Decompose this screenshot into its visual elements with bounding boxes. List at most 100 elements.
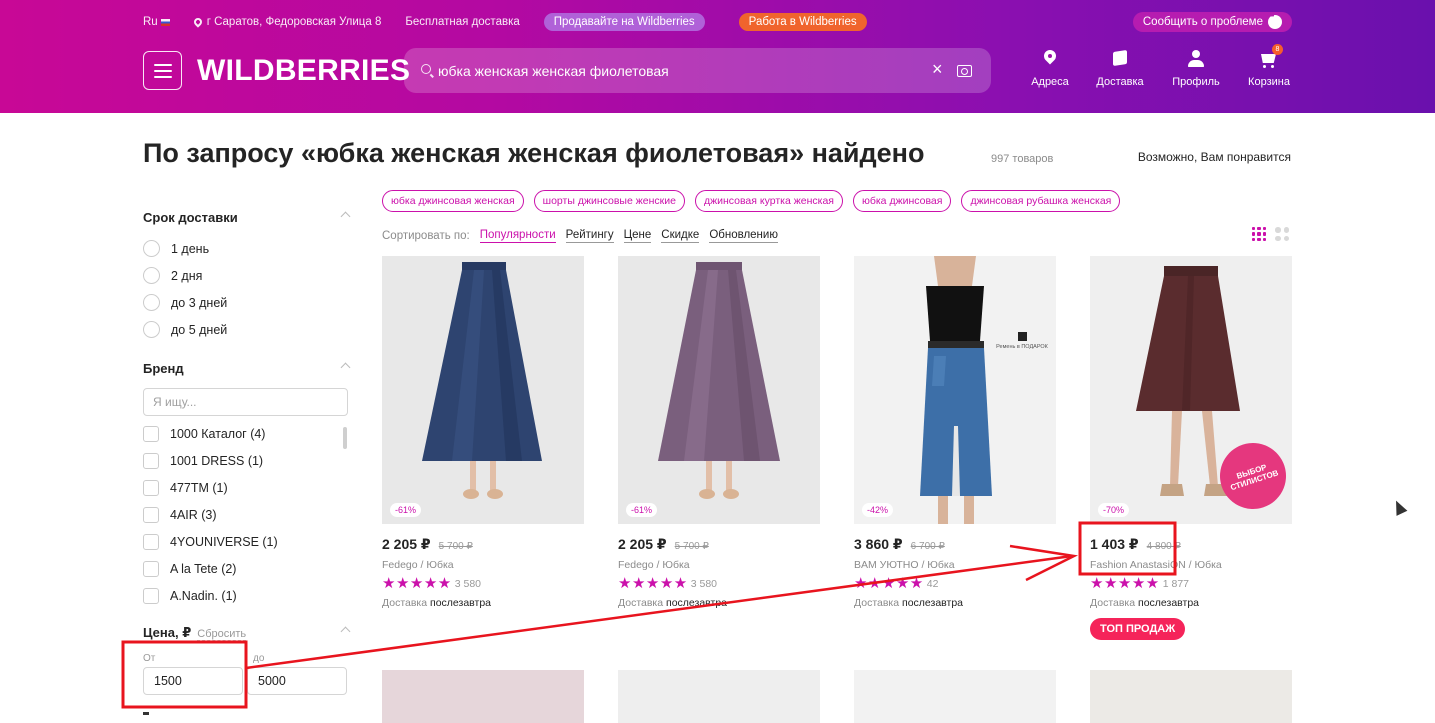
sort-discount[interactable]: Скидке — [661, 228, 700, 243]
clear-search-icon[interactable]: × — [932, 59, 943, 80]
discount-badge: -42% — [862, 503, 894, 517]
filter-brand-title[interactable]: Бренд — [143, 361, 353, 379]
product-image[interactable]: -61% — [382, 256, 584, 524]
brand-option[interactable]: 1000 Каталог (4) — [143, 420, 353, 447]
russia-flag-icon — [160, 18, 170, 26]
brand-option[interactable]: A.Nadin. (1) — [143, 582, 353, 609]
search-input[interactable] — [438, 48, 918, 93]
product-card-partial[interactable] — [854, 670, 1056, 723]
report-problem-button[interactable]: Сообщить о проблеме — [1132, 12, 1292, 32]
delivery-info: Доставка послезавтра — [382, 597, 584, 609]
price-row: 2 205 ₽ 5 700 ₽ — [618, 536, 820, 553]
sort-label: Сортировать по: — [382, 229, 470, 242]
delivery-option[interactable]: 2 дня — [143, 262, 353, 289]
product-brand[interactable]: BAM УЮТНО / Юбка — [854, 559, 1056, 571]
cart-icon: 8 — [1258, 44, 1283, 70]
site-logo[interactable]: WILDBERRIES — [197, 54, 410, 88]
brand-option[interactable]: 1001 DRESS (1) — [143, 447, 353, 474]
product-card[interactable]: Ремень в ПОДАРОК -42% 3 860 ₽ 6 700 ₽ BAM… — [854, 256, 1056, 609]
delivery-info: Доставка послезавтра — [618, 597, 820, 609]
report-problem-label: Сообщить о проблеме — [1142, 16, 1263, 28]
checkbox[interactable] — [143, 452, 159, 469]
sort-rating[interactable]: Рейтингу — [565, 228, 614, 243]
sort-bar: Сортировать по: Популярности Рейтингу Це… — [382, 228, 788, 243]
delivery-option[interactable]: до 3 дней — [143, 289, 353, 316]
radio-button[interactable] — [143, 240, 160, 257]
brand-option[interactable]: A la Tete (2) — [143, 555, 353, 582]
filter-price-title[interactable]: Цена, ₽ Сбросить — [143, 625, 353, 643]
brand-option[interactable]: 4AIR (3) — [143, 501, 353, 528]
product-card-partial[interactable] — [382, 670, 584, 723]
checkbox[interactable] — [143, 533, 159, 550]
nav-profile-label: Профиль — [1172, 76, 1220, 88]
star-rating-icon: ★★★★★ — [382, 575, 452, 592]
current-price: 1 403 ₽ — [1090, 536, 1139, 552]
price-reset-link[interactable]: Сбросить — [197, 628, 247, 641]
language-switch[interactable]: Ru — [143, 16, 170, 28]
tag-chip[interactable]: джинсовая рубашка женская — [961, 190, 1121, 212]
work-at-wb-button[interactable]: Работа в Wildberries — [738, 13, 867, 31]
brand-option[interactable]: 477TM (1) — [143, 474, 353, 501]
brand-list-scrollbar[interactable] — [343, 427, 347, 449]
menu-button[interactable] — [143, 51, 182, 90]
product-brand[interactable]: Fedego / Юбка — [382, 559, 584, 571]
sort-price[interactable]: Цене — [623, 228, 652, 243]
product-brand[interactable]: Fedego / Юбка — [618, 559, 820, 571]
old-price: 6 700 ₽ — [910, 541, 945, 552]
sort-popularity[interactable]: Популярности — [479, 228, 556, 243]
radio-button[interactable] — [143, 267, 160, 284]
review-count: 3 580 — [454, 578, 482, 590]
tag-chip[interactable]: шорты джинсовые женские — [533, 190, 685, 212]
product-card-partial[interactable] — [618, 670, 820, 723]
mouse-cursor-icon — [1390, 498, 1408, 516]
product-brand[interactable]: Fashion AnastasiON / Юбка — [1090, 559, 1292, 571]
product-card[interactable]: -61% 2 205 ₽ 5 700 ₽ Fedego / Юбка ★★★★★ 3… — [382, 256, 584, 609]
product-card-partial[interactable] — [1090, 670, 1292, 723]
product-card[interactable]: ВЫБОР СТИЛИСТОВ -70% 1 403 ₽ 4 800 ₽ Fash… — [1090, 256, 1292, 640]
tag-chip[interactable]: юбка джинсовая — [852, 190, 952, 212]
maybe-you-like-link[interactable]: Возможно, Вам понравится — [1138, 150, 1291, 164]
free-delivery-link[interactable]: Бесплатная доставка — [405, 16, 519, 28]
nav-cart[interactable]: 8 Корзина — [1239, 44, 1299, 88]
nav-cart-label: Корзина — [1248, 76, 1290, 88]
delivery-option[interactable]: 1 день — [143, 235, 353, 262]
brand-option-label: A la Tete (2) — [170, 561, 237, 576]
location-link[interactable]: г Саратов, Федоровская Улица 8 — [192, 16, 381, 28]
nav-profile[interactable]: Профиль — [1166, 48, 1226, 88]
product-image[interactable]: Ремень в ПОДАРОК -42% — [854, 256, 1056, 524]
radio-button[interactable] — [143, 294, 160, 311]
old-price: 4 800 ₽ — [1146, 541, 1181, 552]
tag-chip[interactable]: юбка джинсовая женская — [382, 190, 524, 212]
view-toggle — [1252, 227, 1289, 241]
product-image[interactable]: ВЫБОР СТИЛИСТОВ -70% — [1090, 256, 1292, 524]
filter-delivery-title[interactable]: Срок доставки — [143, 210, 353, 228]
discount-badge: -61% — [390, 503, 422, 517]
price-to-label: до — [253, 653, 265, 664]
grid-small-icon[interactable] — [1252, 227, 1266, 241]
sell-on-wb-button[interactable]: Продавайте на Wildberries — [543, 13, 705, 31]
checkbox[interactable] — [143, 425, 159, 442]
tag-chip[interactable]: джинсовая куртка женская — [694, 190, 843, 212]
product-image[interactable]: -61% — [618, 256, 820, 524]
chat-bubble-icon — [1268, 13, 1282, 29]
checkbox[interactable] — [143, 587, 159, 604]
delivery-label: Доставка — [854, 597, 900, 609]
camera-search-icon[interactable] — [957, 65, 972, 77]
location-pin-icon — [1039, 48, 1061, 70]
checkbox[interactable] — [143, 506, 159, 523]
sort-updated[interactable]: Обновлению — [709, 228, 778, 243]
chevron-up-icon — [340, 626, 351, 637]
price-from-input[interactable] — [143, 667, 243, 695]
delivery-option[interactable]: до 5 дней — [143, 316, 353, 343]
product-card[interactable]: -61% 2 205 ₽ 5 700 ₽ Fedego / Юбка ★★★★★ 3… — [618, 256, 820, 609]
nav-delivery[interactable]: Доставка — [1090, 48, 1150, 88]
nav-addresses[interactable]: Адреса — [1020, 48, 1080, 88]
radio-button[interactable] — [143, 321, 160, 338]
delivery-option-label: 2 дня — [171, 268, 203, 283]
checkbox[interactable] — [143, 560, 159, 577]
brand-search-input[interactable] — [143, 388, 348, 416]
grid-large-icon[interactable] — [1275, 227, 1289, 241]
brand-option[interactable]: 4YOUNIVERSE (1) — [143, 528, 353, 555]
price-to-input[interactable] — [247, 667, 347, 695]
checkbox[interactable] — [143, 479, 159, 496]
